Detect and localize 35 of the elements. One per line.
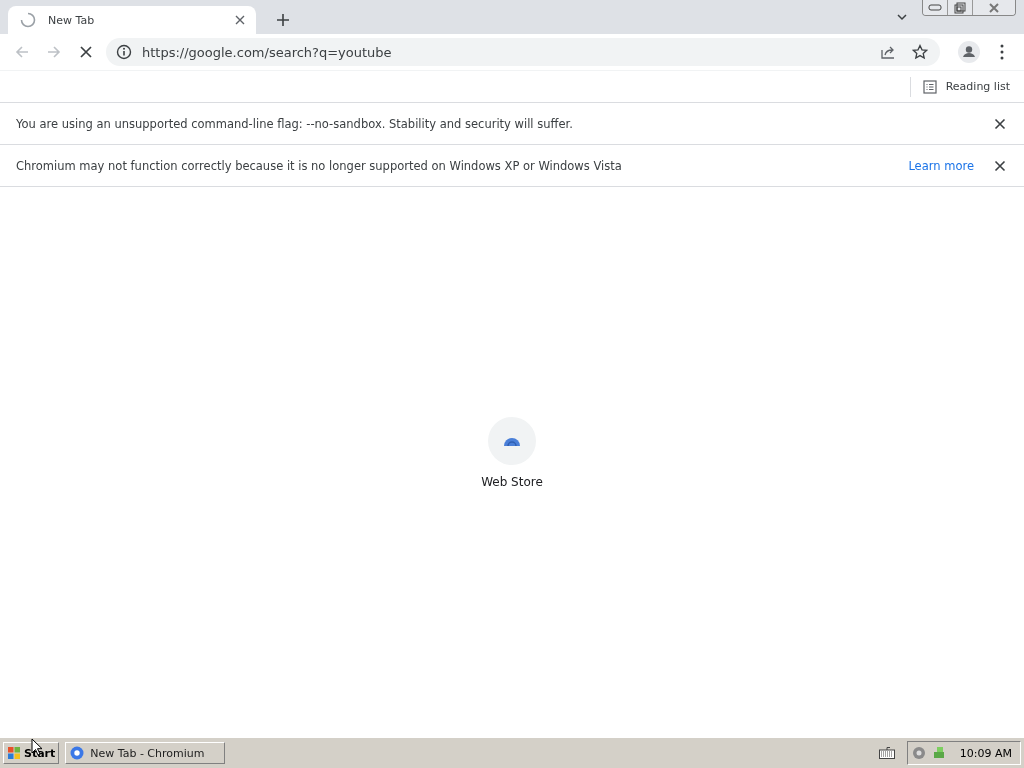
loading-spinner-icon <box>20 12 36 28</box>
tab-search-icon[interactable] <box>896 11 908 23</box>
close-icon[interactable] <box>994 159 1006 172</box>
info-icon[interactable] <box>116 44 132 60</box>
reading-list-button[interactable]: Reading list <box>909 76 1024 97</box>
infobar-message: Chromium may not function correctly because it is no longer supported on Windows XP or Windows Vista <box>16 158 623 173</box>
minimize-icon <box>928 3 942 12</box>
shortcut-tile[interactable]: Web Store <box>462 417 562 499</box>
profile-icon[interactable] <box>958 41 980 63</box>
infobar-message: You are using an unsupported command-line flag: --no-sandbox. Stability and security will suffer. <box>16 116 574 131</box>
speaker-icon[interactable] <box>911 746 926 760</box>
web-store-icon <box>488 417 536 465</box>
windows-logo-icon <box>7 746 21 760</box>
close-icon[interactable] <box>994 117 1006 130</box>
browser-icon <box>70 746 85 760</box>
close-icon <box>988 2 1000 13</box>
tab-title: New Tab <box>48 13 96 27</box>
share-icon[interactable] <box>880 44 896 60</box>
start-button[interactable]: Start <box>3 742 60 764</box>
clock: 10:09 AM <box>959 746 1012 760</box>
star-icon[interactable] <box>912 44 928 60</box>
stop-icon[interactable] <box>78 44 94 60</box>
address-bar[interactable]: https://google.com/search?q=youtube <box>106 38 940 66</box>
browser-tab[interactable]: New Tab <box>8 6 256 34</box>
list-icon <box>922 79 937 94</box>
restore-icon <box>954 1 966 14</box>
learn-more-link[interactable]: Learn more <box>908 158 974 173</box>
taskbar-button[interactable]: New Tab - Chromium <box>65 742 226 764</box>
menu-icon[interactable] <box>1000 44 1004 60</box>
new-tab-icon[interactable] <box>276 13 290 27</box>
keyboard-icon[interactable] <box>878 747 895 759</box>
close-icon[interactable] <box>234 14 246 26</box>
close-button[interactable] <box>972 0 1015 15</box>
minimize-button[interactable] <box>923 0 947 15</box>
restore-button[interactable] <box>947 0 972 15</box>
